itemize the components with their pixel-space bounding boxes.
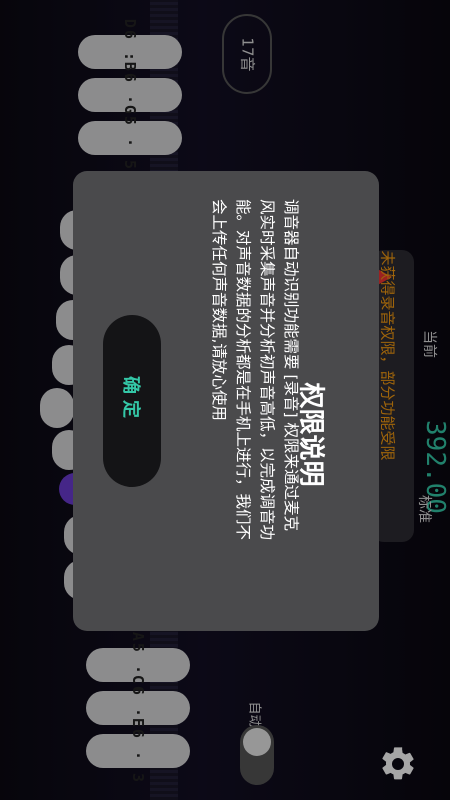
- dialog-body-line: 会上传任何声音数据,请放心使用: [210, 199, 228, 421]
- confirm-button-label: 确定: [120, 376, 141, 424]
- dialog-body-line: 风实时采集声音并分析初声音高低，以完成调音功: [258, 199, 276, 541]
- confirm-button[interactable]: 确定: [103, 315, 161, 487]
- tuner-screen: D6 : 2 B6 · 7 G5 · 5 A5 · 6 C6 · 1 E6 · …: [0, 0, 450, 800]
- dialog-body-line: 能。对声音数据的分析都是在手机上进行，我们不: [234, 199, 252, 541]
- dialog-body-line: 调音器自动识别功能需要 [录音] 权限来通过麦克: [282, 199, 300, 531]
